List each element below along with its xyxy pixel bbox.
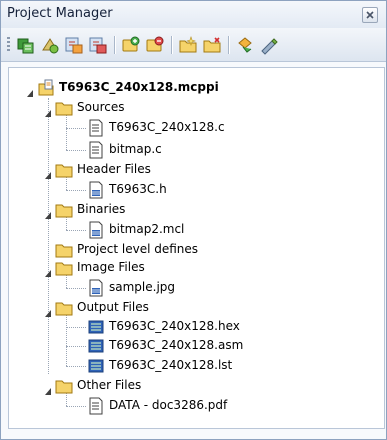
project-manager-panel: Project Manager T6963C_240x128.mcppi Sou…: [0, 0, 387, 440]
file-label: T6963C_240x128.asm: [109, 338, 244, 352]
title-bar: Project Manager: [1, 1, 386, 29]
tree-folder-project-level-defines[interactable]: Project level defines: [9, 240, 379, 260]
source-file-icon: [87, 119, 105, 137]
file-label: T6963C_240x128.c: [109, 120, 225, 134]
tree-folder-other-files[interactable]: Other Files: [9, 376, 379, 396]
tree-file[interactable]: T6963C_240x128.lst: [9, 356, 379, 376]
add-new-project-icon[interactable]: [40, 35, 60, 55]
file-label: T6963C_240x128.lst: [109, 358, 233, 372]
binary-file-icon: [87, 221, 105, 239]
folder-label: Output Files: [77, 300, 149, 314]
folder-label: Binaries: [77, 202, 126, 216]
toolbar-separator: [114, 36, 116, 54]
tree-folder-output-files[interactable]: Output Files: [9, 298, 379, 318]
project-icon: [37, 79, 55, 97]
tree-file[interactable]: sample.jpg: [9, 278, 379, 298]
file-label: bitmap2.mcl: [109, 222, 185, 236]
folder-icon: [55, 259, 73, 277]
output-file-icon: [87, 337, 105, 355]
folder-label: Sources: [77, 100, 125, 114]
folder-icon: [55, 201, 73, 219]
output-file-icon: [87, 357, 105, 375]
file-label: T6963C_240x128.hex: [109, 319, 240, 333]
tree-file[interactable]: DATA - doc3286.pdf: [9, 396, 379, 416]
file-label: bitmap.c: [109, 142, 162, 156]
collapse-arrow-icon[interactable]: [44, 205, 53, 219]
collapse-arrow-icon[interactable]: [44, 165, 53, 179]
folder-label: Other Files: [77, 378, 142, 392]
new-folder-icon[interactable]: [178, 35, 198, 55]
collapse-arrow-icon[interactable]: [44, 263, 53, 277]
file-label: DATA - doc3286.pdf: [109, 398, 228, 412]
panel-title: Project Manager: [7, 6, 113, 21]
tree-file[interactable]: T6963C_240x128.hex: [9, 317, 379, 337]
file-label: sample.jpg: [109, 280, 176, 294]
tree-node-project[interactable]: T6963C_240x128.mcppi: [9, 78, 379, 98]
toolbar-grip[interactable]: [7, 37, 10, 53]
open-project-icon[interactable]: [16, 35, 36, 55]
tree-folder-binaries[interactable]: Binaries: [9, 200, 379, 220]
source-file-icon: [87, 141, 105, 159]
folder-label: Image Files: [77, 260, 145, 274]
remove-file-icon[interactable]: [145, 35, 165, 55]
file-label: T6963C.h: [109, 182, 167, 196]
folder-icon: [55, 377, 73, 395]
toolbar: [1, 28, 386, 62]
toolbar-separator: [171, 36, 173, 54]
save-project-icon[interactable]: [64, 35, 84, 55]
build-icon[interactable]: [235, 35, 255, 55]
folder-icon: [55, 161, 73, 179]
tree-file[interactable]: bitmap.c: [9, 140, 379, 160]
tree-file[interactable]: T6963C.h: [9, 180, 379, 200]
tree-folder-image-files[interactable]: Image Files: [9, 258, 379, 278]
tree-file[interactable]: T6963C_240x128.asm: [9, 336, 379, 356]
binary-file-icon: [87, 279, 105, 297]
output-file-icon: [87, 318, 105, 336]
close-icon[interactable]: [362, 7, 378, 23]
edit-settings-icon[interactable]: [259, 35, 279, 55]
folder-label: Header Files: [77, 162, 151, 176]
collapse-arrow-icon[interactable]: [44, 303, 53, 317]
close-project-icon[interactable]: [88, 35, 108, 55]
project-tree: T6963C_240x128.mcppi Sources T6963C_240x…: [8, 67, 385, 429]
tree-folder-header-files[interactable]: Header Files: [9, 160, 379, 180]
folder-icon: [55, 241, 73, 259]
tree-folder-sources[interactable]: Sources: [9, 98, 379, 118]
document-file-icon: [87, 397, 105, 415]
collapse-arrow-icon[interactable]: [44, 381, 53, 395]
tree-file[interactable]: bitmap2.mcl: [9, 220, 379, 240]
collapse-arrow-icon[interactable]: [26, 83, 35, 97]
binary-file-icon: [87, 181, 105, 199]
delete-folder-icon[interactable]: [202, 35, 222, 55]
folder-label: Project level defines: [77, 242, 199, 256]
tree-file[interactable]: T6963C_240x128.c: [9, 118, 379, 138]
toolbar-separator: [228, 36, 230, 54]
folder-icon: [55, 299, 73, 317]
add-file-icon[interactable]: [121, 35, 141, 55]
folder-icon: [55, 99, 73, 117]
project-label: T6963C_240x128.mcppi: [59, 80, 219, 94]
collapse-arrow-icon[interactable]: [44, 103, 53, 117]
